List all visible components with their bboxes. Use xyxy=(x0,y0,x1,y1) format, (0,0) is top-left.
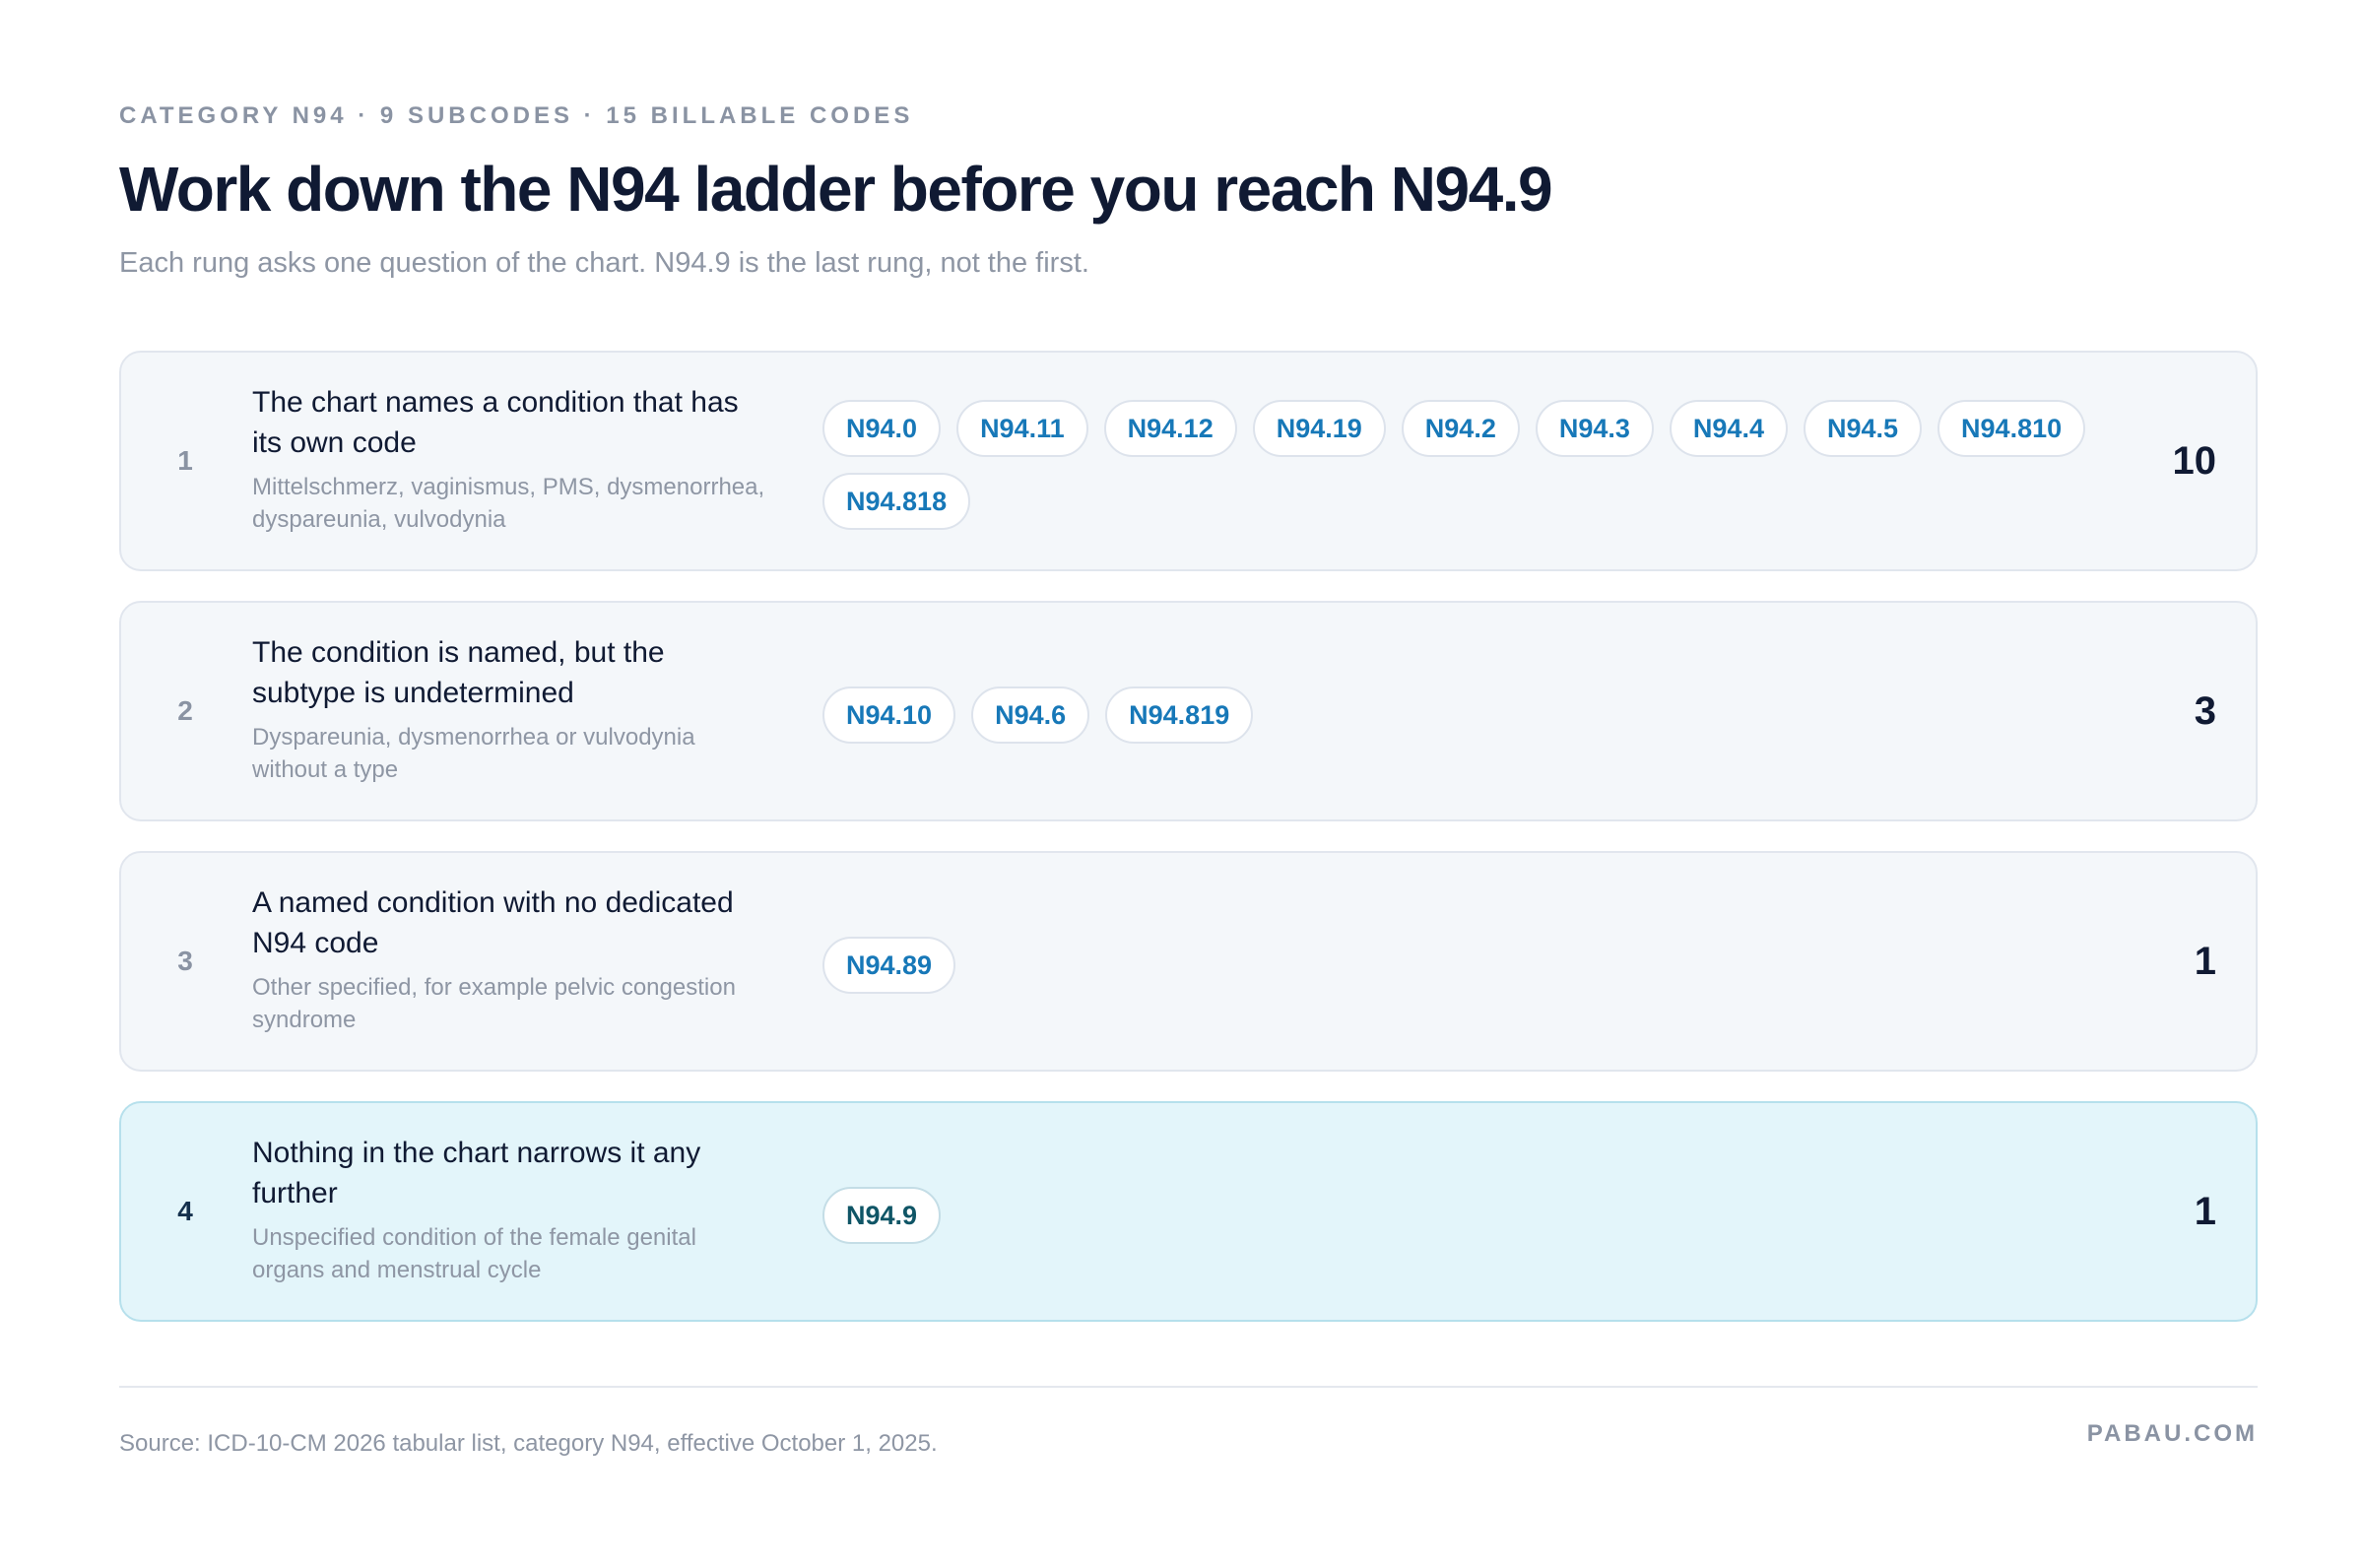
code-chip: N94.9 xyxy=(822,1187,942,1244)
ladder-rung: 3 A named condition with no dedicated N94… xyxy=(119,851,2258,1072)
rung-code-count: 1 xyxy=(2194,939,2216,983)
rung-code-count: 3 xyxy=(2194,688,2216,733)
code-chip-list: N94.10 N94.6 N94.819 xyxy=(822,646,2103,784)
rung-code-count: 1 xyxy=(2194,1189,2216,1233)
page-title: Work down the N94 ladder before you reac… xyxy=(119,154,1553,225)
rung-text: A named condition with no dedicated N94 … xyxy=(252,882,774,1036)
code-chip: N94.19 xyxy=(1252,400,1386,457)
code-chip: N94.12 xyxy=(1103,400,1237,457)
rung-question: Nothing in the chart narrows it any furt… xyxy=(252,1137,701,1209)
footer-divider xyxy=(119,1386,2258,1388)
ladder-rung: 4 Nothing in the chart narrows it any fur… xyxy=(119,1101,2258,1322)
code-chip: N94.11 xyxy=(956,400,1088,457)
code-chip-list: N94.89 xyxy=(822,896,2103,1034)
rung-question: The condition is named, but the subtype … xyxy=(252,636,665,709)
code-chip: N94.3 xyxy=(1535,400,1654,457)
code-chip-list: N94.9 xyxy=(822,1146,2103,1284)
rung-text: The condition is named, but the subtype … xyxy=(252,632,774,786)
code-chip: N94.89 xyxy=(822,937,956,994)
code-chip: N94.810 xyxy=(1937,400,2086,457)
code-chip: N94.5 xyxy=(1803,400,1923,457)
code-chip: N94.0 xyxy=(822,400,942,457)
rung-number: 3 xyxy=(177,946,193,976)
code-chip-list: N94.0 N94.11 N94.12 N94.19 N94.2 N94.3 N94.4 N9… xyxy=(822,396,2103,534)
page-subtitle: Each rung asks one question of the chart… xyxy=(119,247,1089,279)
code-chip: N94.2 xyxy=(1401,400,1520,457)
rung-detail: Mittelschmerz, vaginismus, PMS, dysmenor… xyxy=(252,474,765,533)
rung-detail: Other specified, for example pelvic cong… xyxy=(252,974,736,1033)
brand-label: PABAU.COM xyxy=(2086,1420,2258,1447)
rung-detail: Dyspareunia, dysmenorrhea or vulvodynia … xyxy=(252,724,695,783)
rung-number: 2 xyxy=(177,695,193,726)
rung-text: The chart names a condition that has its… xyxy=(252,382,774,536)
source-note: Source: ICD-10-CM 2026 tabular list, cat… xyxy=(119,1430,938,1457)
rung-detail: Unspecified condition of the female geni… xyxy=(252,1224,696,1283)
rung-number: 4 xyxy=(177,1196,193,1226)
page-eyebrow: CATEGORY N94 · 9 SUBCODES · 15 BILLABLE … xyxy=(119,102,914,129)
rung-code-count: 10 xyxy=(2172,438,2217,483)
ladder-rung: 2 The condition is named, but the subtype… xyxy=(119,601,2258,821)
code-chip: N94.6 xyxy=(971,686,1090,744)
code-chip: N94.818 xyxy=(822,473,971,530)
rung-question: A named condition with no dedicated N94 … xyxy=(252,886,734,959)
rung-question: The chart names a condition that has its… xyxy=(252,386,739,459)
rung-text: Nothing in the chart narrows it any furt… xyxy=(252,1133,774,1286)
code-chip: N94.10 xyxy=(822,686,956,744)
code-chip: N94.819 xyxy=(1105,686,1254,744)
rung-number: 1 xyxy=(177,445,193,476)
code-chip: N94.4 xyxy=(1669,400,1788,457)
ladder-rung: 1 The chart names a condition that has it… xyxy=(119,351,2258,571)
